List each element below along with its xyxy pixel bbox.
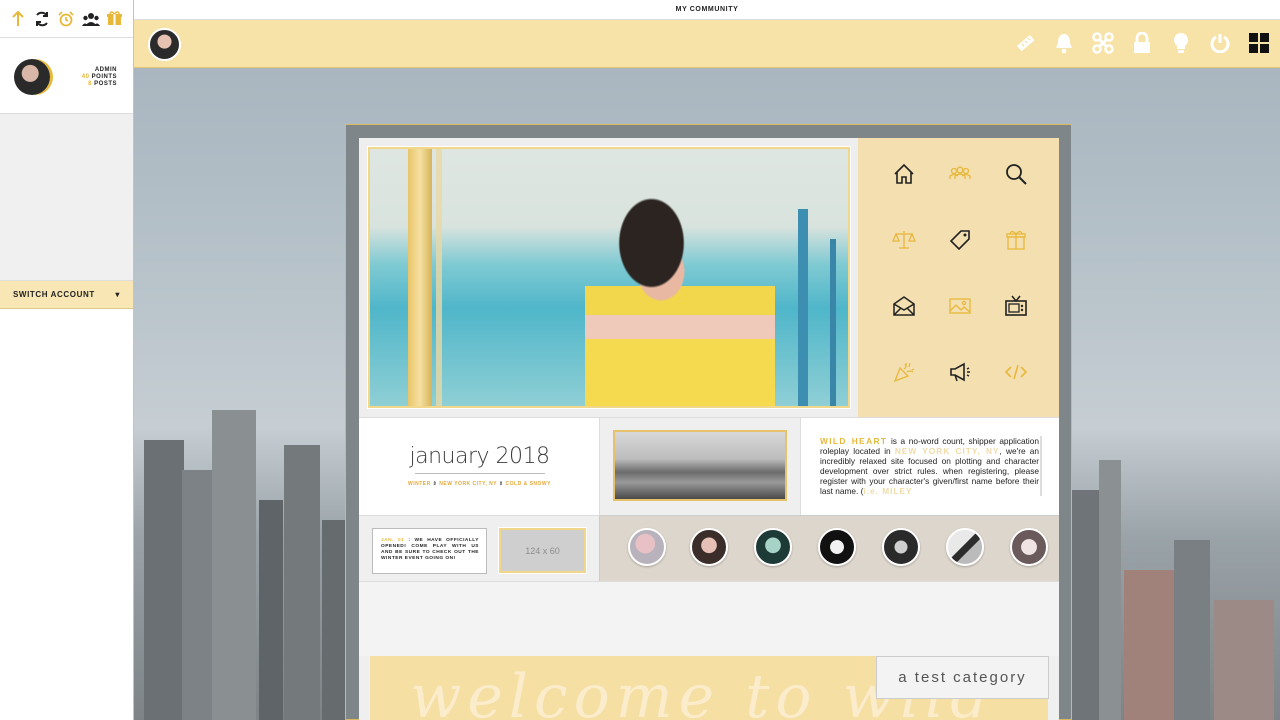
name-example: i.e. MILEY (863, 486, 913, 497)
refresh-icon[interactable] (33, 10, 51, 28)
city-photo (613, 430, 787, 501)
site-name: WILD HEART (820, 436, 888, 446)
user-avatar[interactable] (148, 28, 181, 61)
arrow-up-icon[interactable] (9, 10, 27, 28)
description-scrollbar[interactable] (1040, 436, 1042, 496)
gift-icon[interactable] (988, 228, 1044, 294)
bell-icon[interactable] (1053, 32, 1075, 54)
navbar (134, 20, 1280, 68)
tag-icon[interactable] (932, 228, 988, 294)
member-avatar[interactable] (818, 528, 856, 566)
date-panel: january 2018 WINTER ⇕ NEW YORK CITY, NY … (359, 417, 600, 515)
scissors-icon[interactable] (1092, 32, 1114, 54)
member-avatar[interactable] (1010, 528, 1048, 566)
profile-points: 40 POINTS (82, 74, 117, 81)
scales-icon[interactable] (876, 228, 932, 294)
member-avatar[interactable] (946, 528, 984, 566)
sidebar-toolbar (0, 0, 133, 38)
points-label: POINTS (91, 74, 117, 80)
posts-label: POSTS (94, 81, 117, 87)
sidebar: ADMIN 40 POINTS 8 POSTS SWITCH ACCOUNT ▾ (0, 0, 134, 720)
chevron-down-icon: ▾ (115, 290, 120, 299)
group-icon[interactable] (81, 10, 100, 28)
bulb-icon[interactable] (1170, 32, 1192, 54)
member-avatar[interactable] (690, 528, 728, 566)
community-title: MY COMMUNITY (134, 0, 1280, 20)
member-avatar[interactable] (882, 528, 920, 566)
switch-account-button[interactable]: SWITCH ACCOUNT ▾ (0, 281, 133, 309)
profile-stats: ADMIN 40 POINTS 8 POSTS (82, 67, 117, 88)
site-location: NEW YORK CITY, NY (894, 446, 1000, 457)
hero-photo (367, 146, 851, 409)
location: NEW YORK CITY, NY (439, 481, 498, 487)
sidebar-blank-area (0, 114, 133, 281)
setting-info: WINTER ⇕ NEW YORK CITY, NY ⇕ COLD & SNOW… (359, 481, 600, 487)
avatar[interactable] (14, 59, 50, 95)
gift-icon[interactable] (106, 10, 124, 28)
points-value: 40 (81, 74, 90, 80)
news-box: JAN. 01 : WE HAVE OFFICIALLY OPENED! COM… (372, 528, 487, 574)
lock-icon[interactable] (1131, 32, 1153, 54)
alarm-clock-icon[interactable] (57, 10, 75, 28)
divider (415, 473, 545, 474)
separator: ⇕ (498, 481, 504, 487)
search-icon[interactable] (988, 162, 1044, 228)
posts-value: 8 (88, 81, 92, 87)
ruler-icon[interactable] (1014, 32, 1036, 54)
ad-placeholder[interactable]: 124 x 60 (498, 527, 587, 574)
profile-card: ADMIN 40 POINTS 8 POSTS (0, 38, 133, 114)
season: WINTER (408, 481, 431, 487)
envelope-icon[interactable] (876, 294, 932, 360)
member-avatar[interactable] (754, 528, 792, 566)
home-icon[interactable] (876, 162, 932, 228)
profile-role: ADMIN (94, 67, 117, 73)
members-icon[interactable] (932, 162, 988, 228)
member-avatar[interactable] (628, 528, 666, 566)
decorative-strip (359, 581, 1059, 656)
switch-account-label: SWITCH ACCOUNT (13, 290, 95, 299)
quick-links-panel (858, 138, 1059, 417)
category-title[interactable]: a test category (876, 656, 1049, 699)
site-description-panel: WILD HEART is a no-word count, shipper a… (800, 417, 1059, 515)
separator: ⇕ (432, 481, 438, 487)
tv-icon[interactable] (988, 294, 1044, 360)
profile-posts: 8 POSTS (82, 81, 117, 88)
grid-icon[interactable] (1248, 32, 1270, 54)
image-icon[interactable] (932, 294, 988, 360)
power-icon[interactable] (1209, 32, 1231, 54)
current-month: january 2018 (409, 444, 550, 469)
site-description: WILD HEART is a no-word count, shipper a… (820, 436, 1039, 497)
nav-icons (1014, 32, 1270, 54)
weather: COLD & SNOWY (505, 481, 551, 487)
news-date: JAN. 01 (381, 538, 405, 543)
